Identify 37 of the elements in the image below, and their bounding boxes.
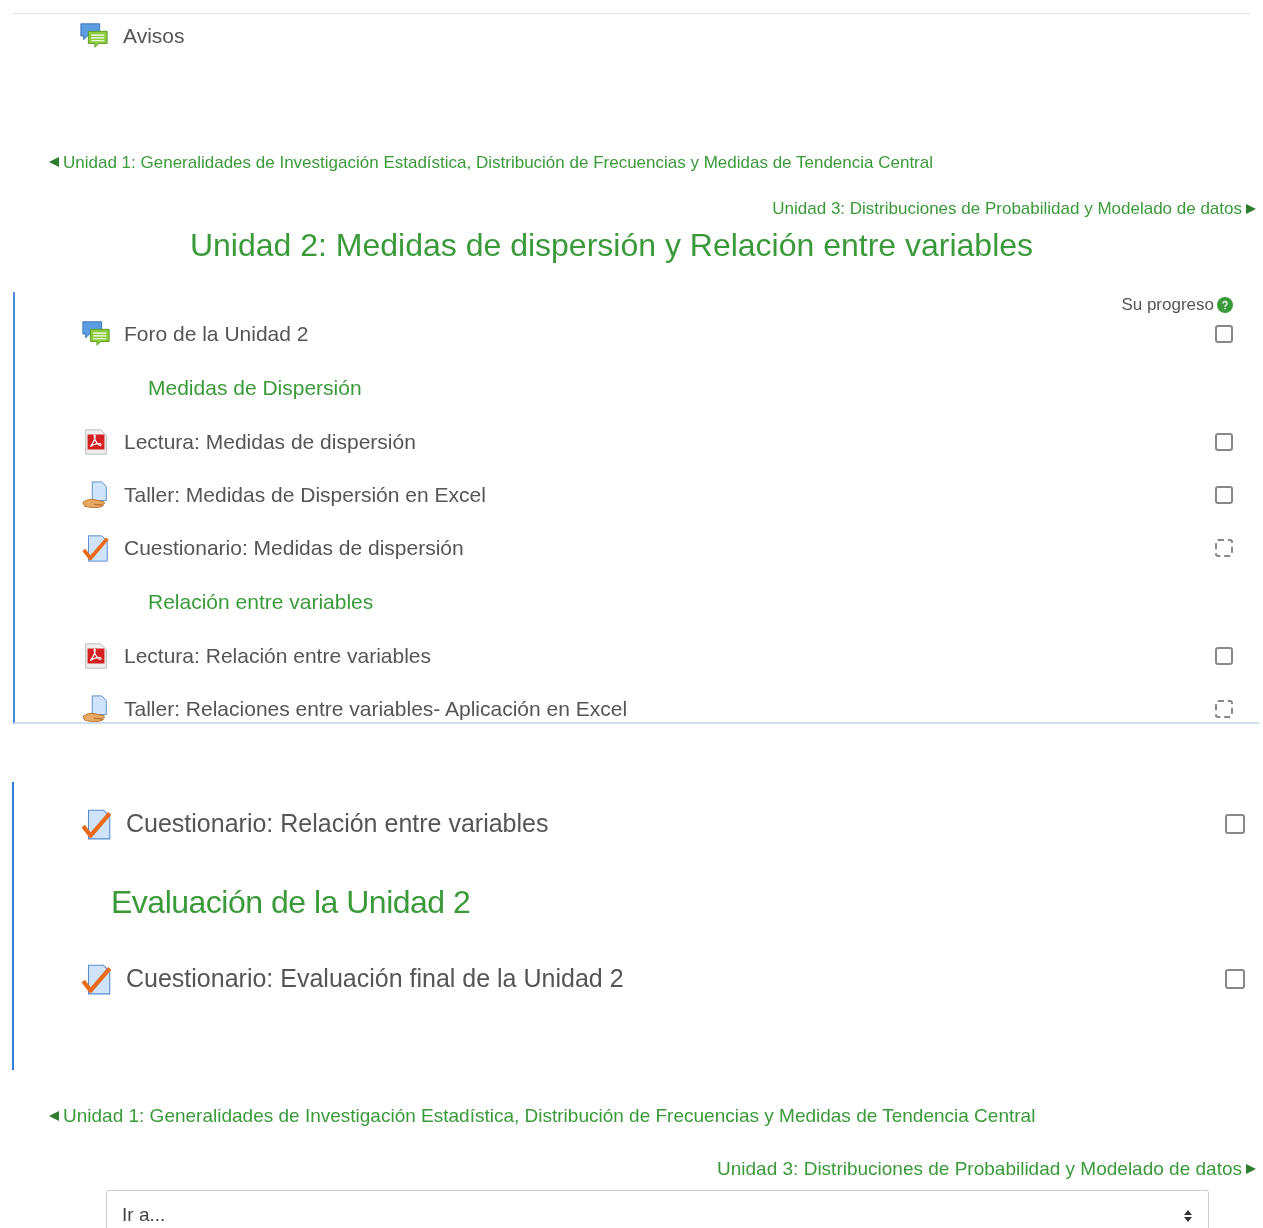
right-triangle-icon: [1245, 1163, 1257, 1176]
completion-checkbox[interactable]: [1215, 433, 1233, 451]
section-title: Unidad 2: Medidas de dispersión y Relación entre variables: [188, 225, 1035, 264]
activity-link[interactable]: Lectura: Relación entre variables: [124, 644, 1215, 668]
activity-link[interactable]: Foro de la Unidad 2: [124, 322, 1215, 346]
completion-checkbox[interactable]: [1215, 325, 1233, 343]
completion-checkbox[interactable]: [1215, 700, 1233, 718]
subsection-label: Relación entre variables: [148, 589, 374, 616]
activity-link[interactable]: Taller: Relaciones entre variables- Aplicación en Excel: [124, 697, 1215, 721]
activity-link[interactable]: Taller: Medidas de Dispersión en Excel: [124, 483, 1215, 507]
check-document-icon: [80, 962, 114, 996]
activity-link[interactable]: Cuestionario: Relación entre variables: [126, 805, 1225, 843]
previous-section-link[interactable]: Unidad 1: Generalidades de Investigación Estadística, Distribución de Frecuencias y Medidas de Tendencia Central: [48, 1101, 1036, 1130]
left-triangle-icon: [48, 1109, 60, 1122]
completion-checkbox[interactable]: [1215, 647, 1233, 665]
activity-link[interactable]: Avisos: [123, 20, 185, 52]
subsection-label: Evaluación de la Unidad 2: [111, 882, 471, 922]
completion-checkbox[interactable]: [1225, 814, 1245, 834]
left-triangle-icon: [48, 156, 60, 169]
next-section-link[interactable]: Unidad 3: Distribuciones de Probabilidad y Modelado de datos: [772, 196, 1257, 222]
activity-link[interactable]: Cuestionario: Evaluación final de la Unidad 2: [126, 960, 1225, 998]
previous-section-link[interactable]: Unidad 1: Generalidades de Investigación Estadística, Distribución de Frecuencias y Medidas de Tendencia Central: [48, 149, 933, 175]
next-section-link[interactable]: Unidad 3: Distribuciones de Probabilidad y Modelado de datos: [717, 1155, 1257, 1184]
progress-label: Su progreso: [1121, 293, 1214, 316]
activity-link[interactable]: Cuestionario: Medidas de dispersión: [124, 536, 1215, 560]
help-icon[interactable]: [1217, 296, 1233, 313]
subsection-label: Medidas de Dispersión: [148, 375, 362, 402]
check-document-icon: [81, 533, 111, 563]
activity-link[interactable]: Lectura: Medidas de dispersión: [124, 430, 1215, 454]
completion-checkbox[interactable]: [1225, 969, 1245, 989]
completion-checkbox[interactable]: [1215, 539, 1233, 557]
sort-arrows-icon: [1183, 1208, 1193, 1223]
completion-checkbox[interactable]: [1215, 486, 1233, 504]
chat-bubbles-icon: [79, 20, 109, 51]
right-triangle-icon: [1245, 202, 1257, 215]
check-document-icon: [80, 807, 114, 841]
chat-bubbles-icon: [81, 319, 111, 349]
